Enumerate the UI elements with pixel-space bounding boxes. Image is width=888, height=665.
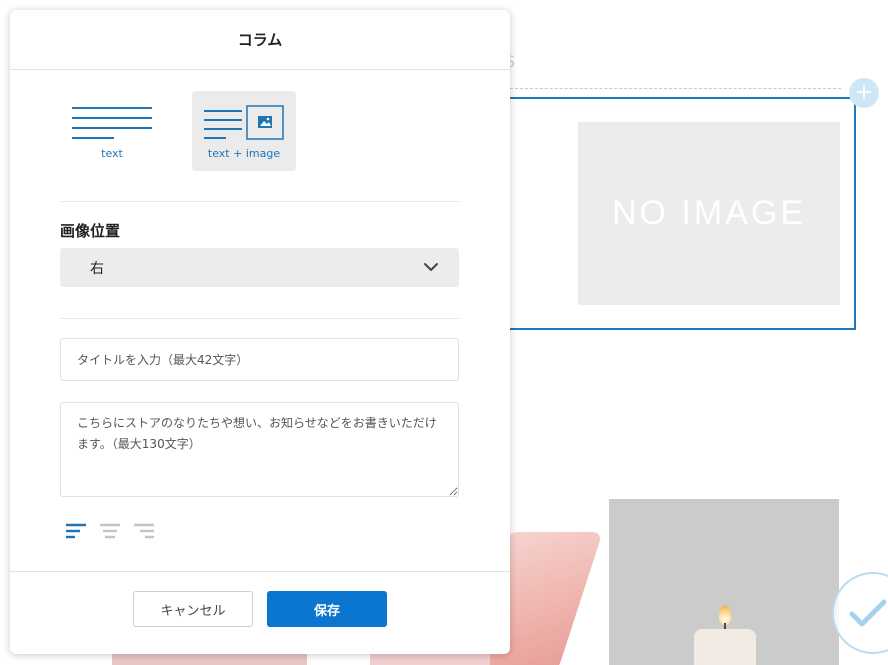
drop-guide-line	[505, 88, 841, 89]
column-modal: コラム text text + image 画像位置 右 タイトルを入力（最大4…	[10, 10, 510, 654]
plus-icon: +	[854, 80, 874, 105]
modal-title: コラム	[237, 31, 283, 49]
cancel-button[interactable]: キャンセル	[133, 591, 253, 627]
layout-option-label: text	[101, 147, 123, 160]
section-divider	[60, 318, 459, 319]
layout-option-text-image[interactable]: text + image	[192, 91, 296, 171]
save-button[interactable]: 保存	[267, 591, 387, 627]
chevron-down-icon	[424, 263, 438, 271]
candle-flame	[719, 605, 731, 625]
image-position-select[interactable]: 右	[60, 248, 459, 287]
check-icon	[849, 599, 887, 627]
image-position-value: 右	[90, 260, 104, 277]
body-textarea[interactable]	[60, 402, 459, 497]
text-image-layout-icon	[204, 105, 284, 140]
no-image-placeholder[interactable]: NO IMAGE	[578, 122, 840, 305]
align-right-icon[interactable]	[134, 523, 154, 539]
text-layout-icon	[72, 107, 152, 139]
editor-stage: S NO IMAGE + コラム text text + image 画像位置 …	[0, 0, 888, 665]
title-input[interactable]	[60, 338, 459, 381]
layout-option-label: text + image	[207, 147, 281, 160]
confirm-button[interactable]	[832, 572, 888, 654]
add-block-button[interactable]: +	[849, 78, 879, 108]
layout-options: text text + image	[60, 91, 296, 171]
text-align-group	[66, 523, 154, 539]
section-divider	[60, 201, 459, 202]
candle-body	[694, 629, 756, 665]
align-left-icon[interactable]	[66, 523, 86, 539]
align-center-icon[interactable]	[100, 523, 120, 539]
modal-header: コラム	[10, 10, 510, 70]
image-position-label: 画像位置	[60, 222, 121, 240]
background-photo-candle	[609, 499, 839, 665]
layout-option-text[interactable]: text	[60, 91, 164, 171]
modal-footer: キャンセル 保存	[10, 571, 510, 654]
